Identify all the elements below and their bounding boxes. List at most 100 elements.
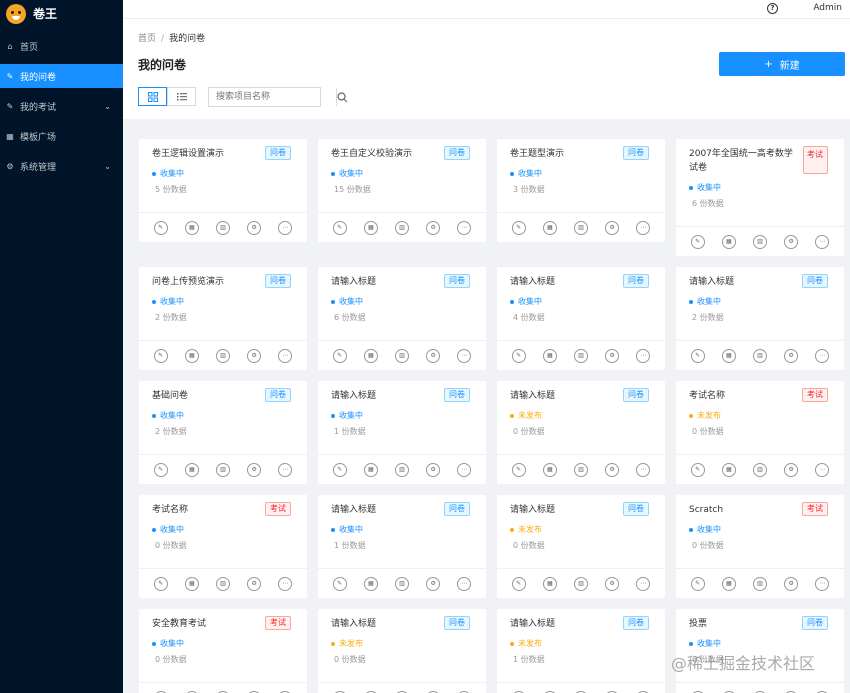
card-title[interactable]: 基础问卷	[152, 389, 262, 403]
card-title[interactable]: 请输入标题	[331, 503, 441, 517]
edit-icon[interactable]: ✎	[511, 576, 526, 591]
sidebar-item-templates[interactable]: ▦ 模板广场	[0, 124, 123, 148]
new-button[interactable]: + 新建	[719, 52, 845, 76]
edit-icon[interactable]: ✎	[153, 348, 168, 363]
chart-icon[interactable]: ▥	[752, 234, 767, 249]
table-icon[interactable]: ▦	[184, 348, 199, 363]
edit-icon[interactable]: ✎	[332, 220, 347, 235]
user-menu[interactable]: Admin	[813, 3, 842, 13]
settings-icon[interactable]: ⚙	[605, 576, 620, 591]
more-icon[interactable]: ⋯	[278, 220, 293, 235]
card-title[interactable]: 请输入标题	[510, 503, 620, 517]
survey-card[interactable]: 请输入标题问卷未发布 1 份数据 ✎▦▥⚙⋯	[497, 609, 665, 693]
card-title[interactable]: 请输入标题	[331, 617, 441, 631]
card-title[interactable]: 卷王逻辑设置演示	[152, 147, 262, 161]
survey-card[interactable]: 卷王自定义校验演示 问卷 收集中 15 份数据 ✎ ▦ ▥ ⚙ ⋯	[318, 139, 486, 242]
survey-card[interactable]: 请输入标题问卷未发布 0 份数据 ✎ ▦ ▥ ⚙ ⋯	[497, 381, 665, 484]
card-title[interactable]: 2007年全国统一高考数学试卷	[689, 147, 799, 175]
chart-icon[interactable]: ▥	[573, 220, 588, 235]
table-icon[interactable]: ▦	[542, 576, 557, 591]
edit-icon[interactable]: ✎	[690, 234, 705, 249]
search-button[interactable]	[336, 88, 348, 106]
sidebar-item-home[interactable]: ⌂ 首页	[0, 34, 123, 58]
grid-view-button[interactable]	[138, 87, 167, 106]
table-icon[interactable]: ▦	[542, 220, 557, 235]
survey-card[interactable]: 问卷上传预览演示 问卷 收集中 2 份数据 ✎ ▦ ▥ ⚙ ⋯	[139, 267, 307, 370]
settings-icon[interactable]: ⚙	[426, 220, 441, 235]
chart-icon[interactable]: ▥	[215, 462, 230, 477]
chart-icon[interactable]: ▥	[573, 348, 588, 363]
settings-icon[interactable]: ⚙	[605, 348, 620, 363]
more-icon[interactable]: ⋯	[457, 576, 472, 591]
more-icon[interactable]: ⋯	[636, 576, 651, 591]
table-icon[interactable]: ▦	[721, 348, 736, 363]
card-title[interactable]: 请输入标题	[510, 617, 620, 631]
chart-icon[interactable]: ▥	[752, 462, 767, 477]
table-icon[interactable]: ▦	[721, 462, 736, 477]
edit-icon[interactable]: ✎	[690, 348, 705, 363]
survey-card[interactable]: 卷王逻辑设置演示 问卷 收集中 5 份数据 ✎ ▦ ▥ ⚙ ⋯	[139, 139, 307, 242]
sidebar-item-system[interactable]: ⚙ 系统管理 ⌄	[0, 154, 123, 178]
chart-icon[interactable]: ▥	[215, 348, 230, 363]
table-icon[interactable]: ▦	[363, 348, 378, 363]
survey-card[interactable]: 请输入标题问卷未发布 0 份数据 ✎ ▦ ▥ ⚙ ⋯	[497, 495, 665, 598]
card-title[interactable]: 卷王自定义校验演示	[331, 147, 441, 161]
table-icon[interactable]: ▦	[363, 462, 378, 477]
more-icon[interactable]: ⋯	[278, 576, 293, 591]
more-icon[interactable]: ⋯	[457, 348, 472, 363]
chart-icon[interactable]: ▥	[215, 220, 230, 235]
survey-card[interactable]: 请输入标题 问卷 收集中 1 份数据 ✎ ▦ ▥ ⚙ ⋯	[318, 495, 486, 598]
table-icon[interactable]: ▦	[363, 576, 378, 591]
more-icon[interactable]: ⋯	[457, 462, 472, 477]
more-icon[interactable]: ⋯	[815, 348, 830, 363]
more-icon[interactable]: ⋯	[815, 234, 830, 249]
chart-icon[interactable]: ▥	[394, 220, 409, 235]
edit-icon[interactable]: ✎	[511, 220, 526, 235]
settings-icon[interactable]: ⚙	[784, 234, 799, 249]
more-icon[interactable]: ⋯	[278, 462, 293, 477]
chart-icon[interactable]: ▥	[573, 462, 588, 477]
card-title[interactable]: 考试名称	[689, 389, 799, 403]
edit-icon[interactable]: ✎	[511, 348, 526, 363]
card-title[interactable]: 卷王题型演示	[510, 147, 620, 161]
more-icon[interactable]: ⋯	[457, 220, 472, 235]
card-title[interactable]: 请输入标题	[510, 275, 620, 289]
settings-icon[interactable]: ⚙	[247, 462, 262, 477]
table-icon[interactable]: ▦	[184, 220, 199, 235]
settings-icon[interactable]: ⚙	[426, 462, 441, 477]
survey-card[interactable]: 考试名称 考试 收集中 0 份数据 ✎ ▦ ▥ ⚙ ⋯	[139, 495, 307, 598]
edit-icon[interactable]: ✎	[153, 576, 168, 591]
settings-icon[interactable]: ⚙	[605, 462, 620, 477]
breadcrumb-home[interactable]: 首页	[138, 34, 156, 44]
chart-icon[interactable]: ▥	[752, 348, 767, 363]
survey-card[interactable]: 考试名称 考试 未发布 0 份数据 ✎ ▦ ▥ ⚙ ⋯	[676, 381, 844, 484]
survey-card[interactable]: 请输入标题 问卷 收集中 6 份数据 ✎ ▦ ▥ ⚙ ⋯	[318, 267, 486, 370]
chart-icon[interactable]: ▥	[394, 576, 409, 591]
chart-icon[interactable]: ▥	[752, 576, 767, 591]
settings-icon[interactable]: ⚙	[784, 576, 799, 591]
chart-icon[interactable]: ▥	[394, 462, 409, 477]
survey-card[interactable]: 2007年全国统一高考数学试卷 考试 收集中 6 份数据 ✎ ▦ ▥ ⚙ ⋯	[676, 139, 844, 256]
card-title[interactable]: 请输入标题	[331, 389, 441, 403]
edit-icon[interactable]: ✎	[332, 462, 347, 477]
sidebar-item-my-exams[interactable]: ✎ 我的考试 ⌄	[0, 94, 123, 118]
chart-icon[interactable]: ▥	[215, 576, 230, 591]
edit-icon[interactable]: ✎	[153, 462, 168, 477]
survey-card[interactable]: 请输入标题 问卷 收集中 2 份数据 ✎ ▦ ▥ ⚙ ⋯	[676, 267, 844, 370]
table-icon[interactable]: ▦	[542, 348, 557, 363]
settings-icon[interactable]: ⚙	[784, 348, 799, 363]
edit-icon[interactable]: ✎	[511, 462, 526, 477]
edit-icon[interactable]: ✎	[332, 348, 347, 363]
more-icon[interactable]: ⋯	[278, 348, 293, 363]
sidebar-item-my-surveys[interactable]: ✎ 我的问卷	[0, 64, 123, 88]
settings-icon[interactable]: ⚙	[247, 348, 262, 363]
table-icon[interactable]: ▦	[721, 234, 736, 249]
edit-icon[interactable]: ✎	[690, 462, 705, 477]
survey-card[interactable]: Scratch 考试 收集中 0 份数据 ✎ ▦ ▥ ⚙ ⋯	[676, 495, 844, 598]
survey-card[interactable]: 基础问卷 问卷 收集中 2 份数据 ✎ ▦ ▥ ⚙ ⋯	[139, 381, 307, 484]
settings-icon[interactable]: ⚙	[605, 220, 620, 235]
chart-icon[interactable]: ▥	[394, 348, 409, 363]
card-title[interactable]: 安全教育考试	[152, 617, 262, 631]
table-icon[interactable]: ▦	[542, 462, 557, 477]
settings-icon[interactable]: ⚙	[426, 576, 441, 591]
